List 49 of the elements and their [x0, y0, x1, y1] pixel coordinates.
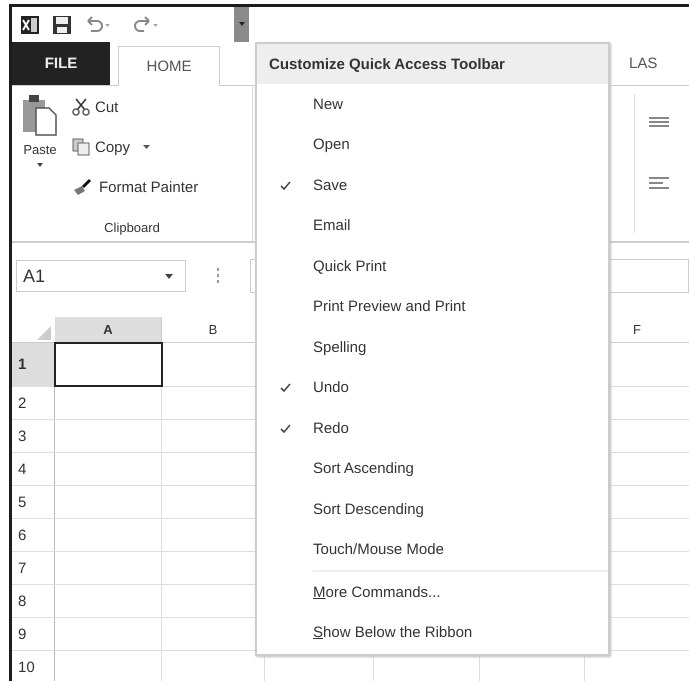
menu-item[interactable]: Save: [257, 165, 608, 206]
grip-icon: [216, 267, 220, 285]
row-header[interactable]: 8: [12, 585, 55, 617]
row-header[interactable]: 6: [12, 519, 55, 551]
clipboard-command[interactable]: Format Painter: [72, 178, 198, 196]
save-icon[interactable]: [52, 14, 72, 34]
file-tab[interactable]: FILE: [12, 42, 110, 85]
excel-logo-icon[interactable]: [20, 14, 40, 34]
row-header[interactable]: 2: [12, 387, 55, 419]
menu-item[interactable]: Redo: [257, 408, 608, 448]
menu-item[interactable]: Undo: [257, 368, 608, 408]
row-header[interactable]: 9: [12, 618, 55, 650]
clipboard-icon: [22, 94, 58, 136]
column-header[interactable]: A: [55, 317, 162, 342]
customize-toolbar-button[interactable]: [234, 7, 249, 42]
menu-item[interactable]: Show Below the Ribbon: [257, 612, 608, 653]
paintbrush-icon: [72, 178, 94, 196]
caret-icon: [37, 163, 43, 167]
active-cell[interactable]: [54, 342, 163, 387]
clipboard-command[interactable]: Copy: [72, 138, 198, 156]
menu-item[interactable]: Quick Print: [257, 246, 608, 286]
ribbon-tab[interactable]: HOME: [118, 46, 220, 86]
clipboard-command[interactable]: Cut: [72, 98, 198, 116]
menu-item[interactable]: Sort Ascending: [257, 448, 608, 489]
menu-title: Customize Quick Access Toolbar: [257, 44, 608, 84]
scissors-icon: [72, 98, 90, 116]
copy-icon: [72, 138, 90, 156]
row-header[interactable]: 1: [12, 343, 55, 386]
menu-item[interactable]: Sort Descending: [257, 489, 608, 530]
menu-item[interactable]: Email: [257, 206, 608, 246]
row-header[interactable]: 7: [12, 552, 55, 584]
row-header[interactable]: 10: [12, 651, 55, 681]
caret-icon: [143, 144, 150, 150]
paste-button[interactable]: Paste: [22, 94, 58, 220]
caret-icon: [165, 274, 173, 278]
menu-item[interactable]: More Commands...: [257, 572, 608, 612]
menu-item[interactable]: New: [257, 84, 608, 124]
row-header[interactable]: 5: [12, 486, 55, 518]
cell-reference: A1: [23, 266, 46, 286]
align-top-icon[interactable]: [649, 116, 671, 128]
menu-item[interactable]: Open: [257, 124, 608, 165]
ribbon-tab[interactable]: LAS: [629, 42, 689, 85]
group-label: Clipboard: [103, 220, 161, 237]
align-left-icon[interactable]: [649, 176, 671, 190]
name-box[interactable]: A1: [16, 260, 186, 292]
caret-icon: [238, 22, 244, 27]
row-header[interactable]: 3: [12, 420, 55, 452]
menu-item[interactable]: Touch/Mouse Mode: [257, 530, 608, 570]
row-header[interactable]: 4: [12, 453, 55, 485]
